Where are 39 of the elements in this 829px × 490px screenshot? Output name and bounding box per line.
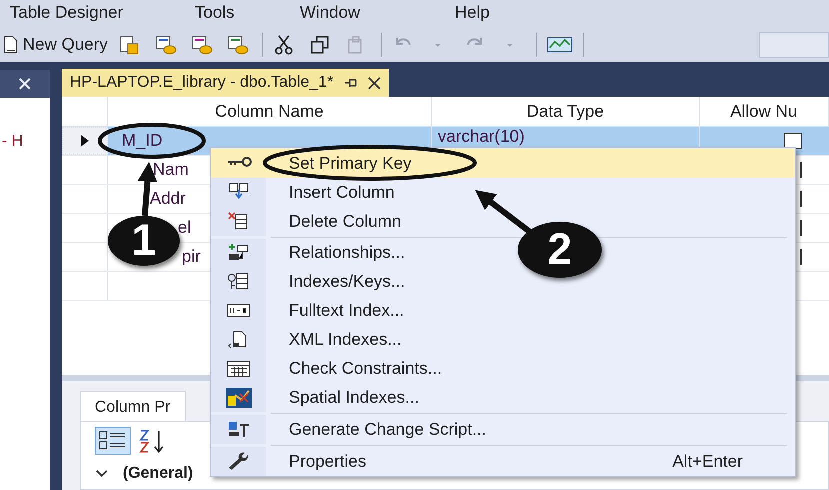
collapse-icon[interactable] (95, 469, 109, 479)
column-header: Column Name (108, 97, 432, 126)
column-properties-tab[interactable]: Column Pr (80, 391, 186, 421)
categorized-icon[interactable] (95, 427, 131, 455)
table-cell[interactable]: varchar(10) (438, 128, 525, 145)
toolbar-field[interactable] (759, 32, 829, 58)
menu-item[interactable]: Spatial Indexes... (211, 383, 795, 412)
table-cell[interactable]: Addr (150, 186, 186, 212)
menu-item[interactable]: Fulltext Index... (211, 296, 795, 326)
close-icon[interactable] (368, 76, 381, 90)
table-cell[interactable]: el (178, 215, 192, 241)
column-header: Data Type (432, 97, 700, 126)
row-pointer-icon (80, 134, 90, 148)
column-header: Allow Nu (700, 97, 829, 126)
table-cell[interactable]: M_ID (122, 128, 163, 154)
menu-item[interactable]: Tools (195, 0, 300, 28)
callout-arrow (475, 190, 532, 234)
map-icon (226, 388, 252, 408)
menu-item[interactable]: Check Constraints... (211, 354, 795, 384)
menu-item[interactable]: XML Indexes... (211, 325, 795, 354)
menu-item[interactable]: Properties Alt+Enter (211, 447, 795, 476)
table-cell[interactable]: pir (182, 244, 201, 270)
tree-item-text[interactable]: - H (0, 133, 24, 150)
indexes-icon (226, 272, 252, 292)
checkbox[interactable] (784, 133, 802, 149)
menu-item[interactable]: Window (300, 0, 455, 28)
pin-icon[interactable] (344, 77, 358, 89)
table-cell[interactable]: Nam (153, 157, 189, 183)
document-icon (4, 36, 18, 54)
new-query-button[interactable]: New Query (4, 32, 108, 58)
grid-icon (226, 358, 252, 379)
menu-item[interactable]: Insert Column (211, 178, 795, 207)
menu-item[interactable]: Help (455, 0, 555, 28)
document-tab[interactable]: HP-LAPTOP.E_library - dbo.Table_1* (62, 69, 389, 97)
menu-item[interactable]: Set Primary Key (211, 149, 795, 178)
menu-item[interactable]: Table Designer (0, 0, 195, 28)
category-label: (General) (123, 464, 194, 484)
menu-item[interactable]: Generate Change Script... (211, 415, 795, 444)
row-selector[interactable] (62, 127, 108, 155)
